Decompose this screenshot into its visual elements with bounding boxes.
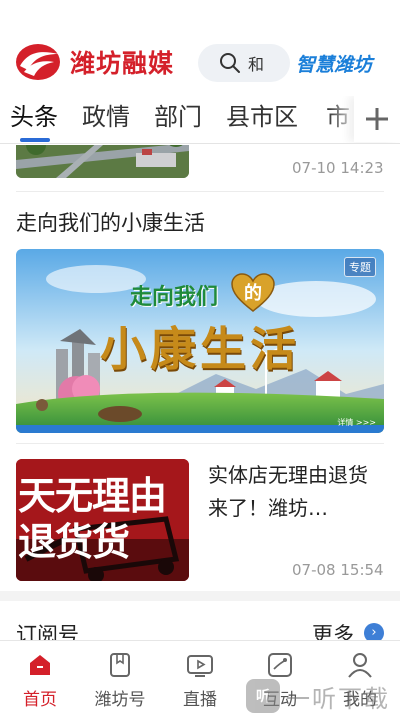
interact-icon [268,653,292,677]
tab-departments[interactable]: 部门 [154,100,202,134]
news-title[interactable]: 实体店无理由退货来了！潍坊… [208,459,384,525]
plus-icon [366,108,388,130]
search-icon [220,53,240,73]
topic-tag: 专题 [344,257,376,277]
tab-counties[interactable]: 县市区 [226,100,298,134]
search-input[interactable]: 和 [198,44,290,82]
chevron-right-icon[interactable]: › [364,623,384,640]
news-thumbnail-aerial[interactable] [16,145,189,178]
subscriptions-more-link[interactable]: 更多 [312,619,354,640]
smart-weifang-link[interactable]: 智慧潍坊 [296,50,372,77]
bookmark-icon [110,653,130,677]
nav-home-label: 首页 [23,690,57,710]
watermark-text: 一听下载 [286,684,390,713]
nav-live-label: 直播 [183,690,217,710]
home-icon [30,655,50,675]
user-icon [348,653,372,678]
watermark-icon: 听 [246,679,280,713]
heart-text: 的 [244,283,262,304]
news-time: 07-10 14:23 [292,159,384,177]
search-placeholder: 和 [248,55,265,74]
news-thumbnail-return[interactable]: 天无理由 退货货 [16,459,189,581]
nav-weifanghao-label: 潍坊号 [94,690,146,710]
thumbnail-text-line2: 退货货 [18,520,130,564]
aerial-road-image [16,145,189,178]
heart-icon: 的 [230,273,276,313]
news-title[interactable]: 走向我们的小康生活 [16,207,205,237]
app-logo: 潍坊融媒 [14,42,174,82]
add-channel-button[interactable] [354,96,400,142]
banner-more-text: 详情 >>> [337,418,376,427]
logo-text: 潍坊融媒 [70,49,175,78]
watermark-logo: 听 一听下载 [246,676,400,716]
nav-home[interactable]: 首页 [0,641,80,720]
nav-weifanghao[interactable]: 潍坊号 [80,641,160,720]
divider [16,443,384,444]
section-gap [0,591,400,601]
subscriptions-heading: 订阅号 [16,623,79,640]
channel-tabs: 头条 政情 部门 县市区 市 [0,96,400,144]
news-feed[interactable]: 07-10 14:23 走向我们的小康生活 专题 走向我们 的 小康生活 详情 … [0,145,400,640]
banner-headline-line1: 走向我们 [130,285,219,310]
tv-play-icon [187,655,213,677]
active-tab-indicator [20,138,50,142]
banner-headline-line2: 小康生活 [100,322,300,376]
news-banner-xiaokang[interactable]: 专题 走向我们 的 小康生活 详情 >>> [16,249,384,433]
tab-headlines[interactable]: 头条 [10,100,58,134]
app-header: 潍坊融媒 和 智慧潍坊 [0,0,400,96]
news-time: 07-08 15:54 [292,561,384,579]
tab-politics[interactable]: 政情 [82,100,130,134]
divider [16,191,384,192]
logo-mark-icon [16,44,60,80]
nav-live[interactable]: 直播 [160,641,240,720]
